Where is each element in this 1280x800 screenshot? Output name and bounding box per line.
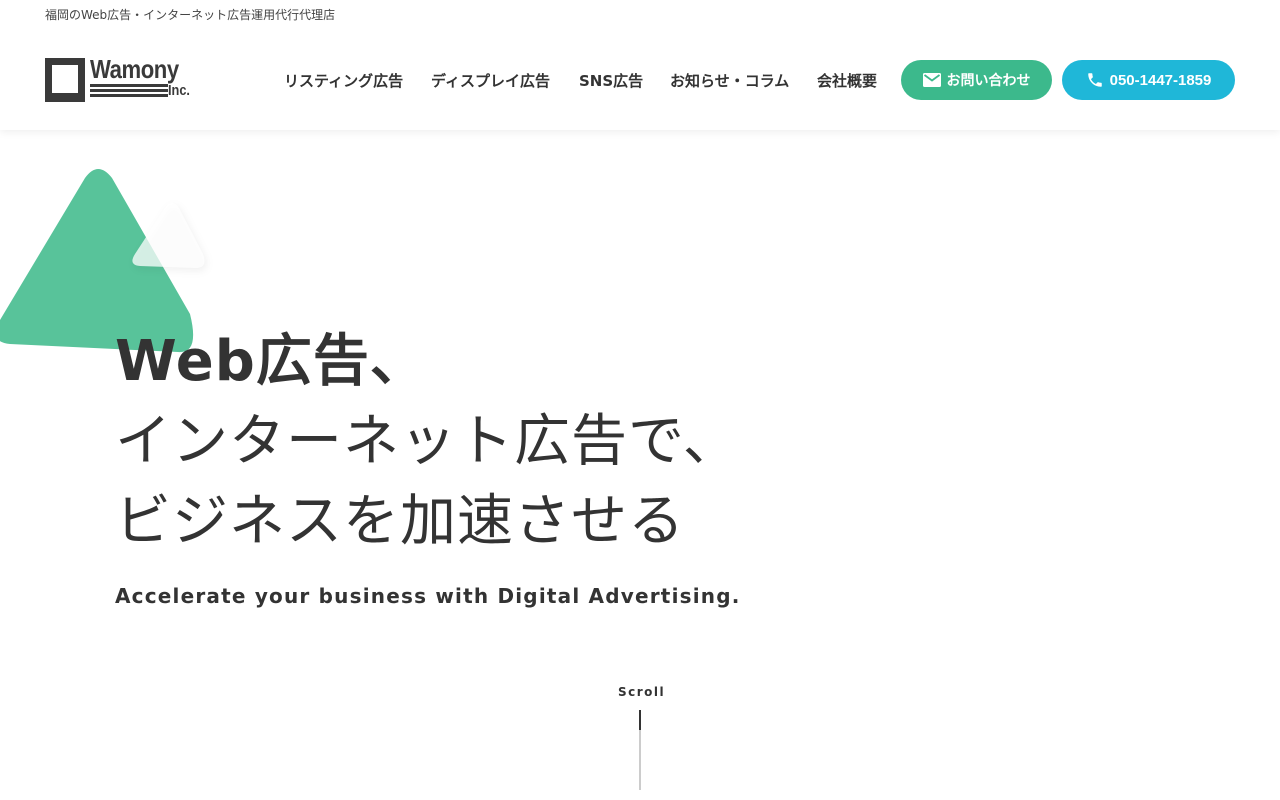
nav-item-news-column[interactable]: お知らせ・コラム [670,70,789,91]
phone-icon [1087,73,1102,87]
nav-item-display-ads[interactable]: ディスプレイ広告 [431,70,550,91]
site-header: 福岡のWeb広告・インターネット広告運用代行代理店 Wamony Inc. リス… [0,0,1280,130]
hero-title-line-2: インターネット広告で、 [115,409,740,474]
phone-number: 050-1447-1859 [1109,71,1212,89]
phone-button[interactable]: 050-1447-1859 [1062,60,1235,100]
hero-title-line-1: Web広告、 [115,329,427,394]
hero-title: Web広告、 インターネット広告で、 ビジネスを加速させる [115,322,740,552]
nav-item-company[interactable]: 会社概要 [817,70,877,91]
hero-title-area: Web広告、 インターネット広告で、 ビジネスを加速させる [0,322,900,552]
logo-name: Wamony [90,54,179,84]
scroll-label: Scroll [618,685,666,699]
mail-icon [922,73,941,87]
logo-stripes [90,84,168,99]
logo-mark-icon [45,58,85,102]
nav-item-listing-ads[interactable]: リスティング広告 [284,70,403,91]
hero-title-line-3: ビジネスを加速させる [115,489,685,552]
scroll-line-indicator [639,710,641,730]
contact-button-label: お問い合わせ [946,73,1031,89]
nav-item-sns-ads[interactable]: SNS広告 [579,70,643,91]
logo-suffix: Inc. [168,82,190,99]
company-logo[interactable]: Wamony Inc. [45,54,195,104]
contact-button[interactable]: お問い合わせ [901,60,1052,100]
site-tagline: 福岡のWeb広告・インターネット広告運用代行代理店 [45,8,336,22]
hero-subtitle: Accelerate your business with Digital Ad… [115,584,741,608]
